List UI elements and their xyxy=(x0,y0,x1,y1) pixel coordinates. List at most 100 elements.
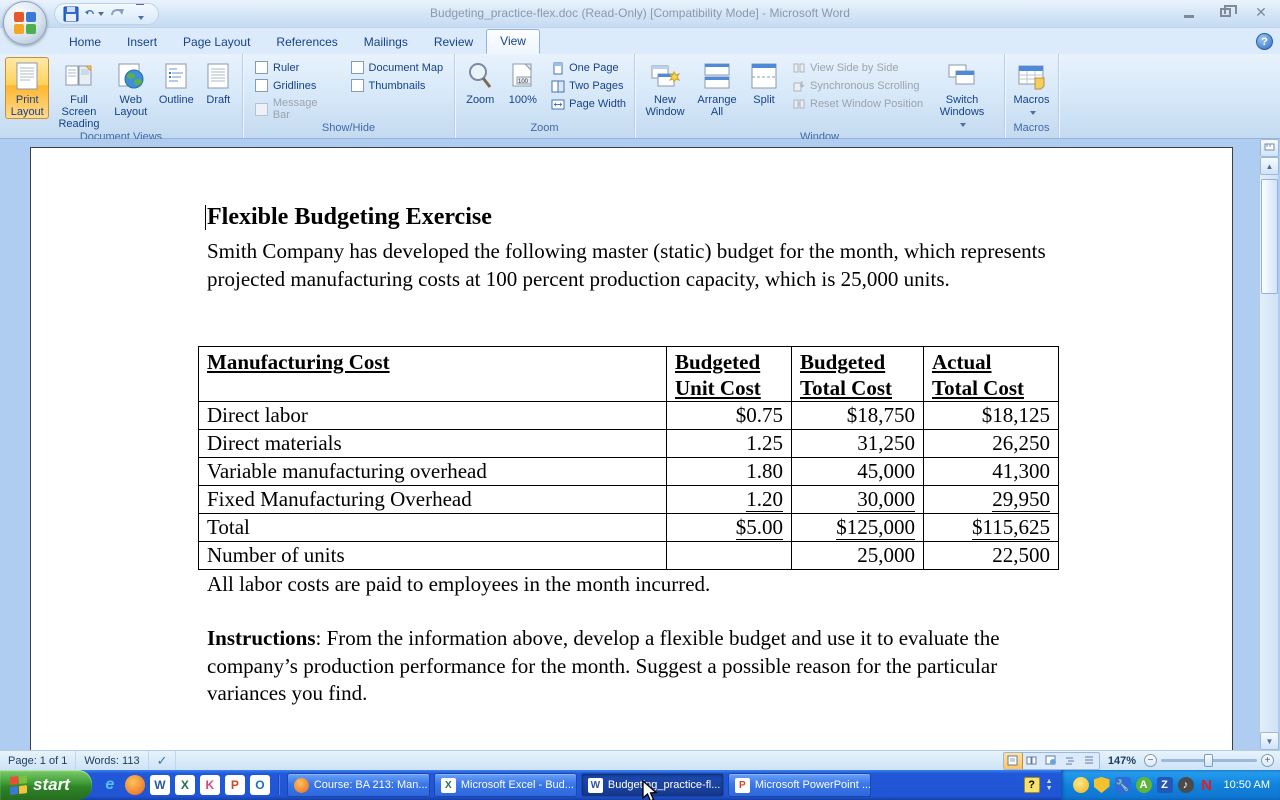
draft-button[interactable]: Draft xyxy=(200,57,237,107)
restore-icon[interactable] xyxy=(1212,5,1238,20)
system-tray: 🔧 A Z ♪ N 10:50 AM xyxy=(1061,770,1280,800)
tab-references[interactable]: References xyxy=(263,31,350,54)
window-controls: ✕ xyxy=(1176,5,1274,20)
tab-review[interactable]: Review xyxy=(421,31,486,54)
full-screen-reading-view-icon[interactable] xyxy=(1023,753,1042,769)
scrollbar-thumb[interactable] xyxy=(1261,179,1278,294)
group-show-hide: Ruler Gridlines Message Bar Document Map… xyxy=(243,54,455,138)
zoom-slider-track[interactable] xyxy=(1161,759,1257,762)
windows-taskbar: start e W X K P O Course: BA 213: Man...… xyxy=(0,770,1280,800)
macros-button[interactable]: Macros xyxy=(1010,57,1053,119)
powerpoint-icon[interactable]: P xyxy=(225,775,245,795)
office-logo-icon xyxy=(14,12,36,34)
tab-page-layout[interactable]: Page Layout xyxy=(170,31,263,54)
ribbon-view-tab-content: PrintLayout Full ScreenReading WebLayout xyxy=(0,54,1280,139)
start-button[interactable]: start xyxy=(0,770,92,800)
document-page[interactable]: Flexible Budgeting Exercise Smith Compan… xyxy=(30,147,1233,750)
table-row: Direct materials 1.25 31,250 26,250 xyxy=(199,430,1059,458)
full-screen-reading-icon xyxy=(62,60,96,92)
ruler-toggle-icon[interactable] xyxy=(1260,139,1279,157)
synchronous-scrolling-icon xyxy=(791,79,806,93)
antivirus-tray-icon[interactable]: A xyxy=(1136,777,1152,793)
vertical-scrollbar[interactable]: ▲ ▼ xyxy=(1259,139,1278,750)
page-width-button[interactable]: Page Width xyxy=(550,97,626,111)
internet-explorer-icon[interactable]: e xyxy=(100,775,120,795)
document-heading: Flexible Budgeting Exercise xyxy=(207,204,492,231)
shield-tray-icon[interactable] xyxy=(1094,777,1110,793)
table-row: Variable manufacturing overhead 1.80 45,… xyxy=(199,458,1059,486)
split-button[interactable]: Split xyxy=(744,57,784,107)
volume-tray-icon[interactable]: ♪ xyxy=(1178,777,1194,793)
table-row: Total $5.00 $125,000 $115,625 xyxy=(199,514,1059,542)
taskbar-item-powerpoint[interactable]: P Microsoft PowerPoint ... xyxy=(728,773,871,797)
web-layout-button[interactable]: WebLayout xyxy=(109,57,153,119)
zoom-100-button[interactable]: 100 100% xyxy=(503,57,544,107)
access-icon[interactable]: K xyxy=(200,775,220,795)
tab-insert[interactable]: Insert xyxy=(114,31,170,54)
utility-tray-icon[interactable]: 🔧 xyxy=(1115,777,1131,793)
outline-view-icon[interactable] xyxy=(1061,753,1080,769)
taskbar-item-firefox[interactable]: Course: BA 213: Man... xyxy=(287,773,430,797)
excel-icon[interactable]: X xyxy=(175,775,195,795)
chevron-down-icon xyxy=(960,123,966,127)
draft-view-icon[interactable] xyxy=(1080,753,1099,769)
minimize-icon[interactable] xyxy=(1176,5,1202,20)
tab-home[interactable]: Home xyxy=(56,31,114,54)
outline-button[interactable]: Outline xyxy=(155,57,198,107)
zoom-slider[interactable]: − + xyxy=(1144,754,1274,767)
windows-flag-icon xyxy=(10,775,28,795)
firefox-icon xyxy=(294,778,309,793)
ruler-checkbox[interactable]: Ruler xyxy=(255,61,337,74)
word-application-window: Budgeting_practice-flex.doc (Read-Only) … xyxy=(0,0,1280,800)
office-button[interactable] xyxy=(3,1,47,45)
group-document-views: PrintLayout Full ScreenReading WebLayout xyxy=(0,54,243,138)
switch-windows-button[interactable]: SwitchWindows xyxy=(934,57,990,131)
group-zoom: Zoom 100 100% One Page Two Pages xyxy=(455,54,635,138)
new-window-button[interactable]: NewWindow xyxy=(640,57,690,119)
table-row: Number of units 25,000 22,500 xyxy=(199,542,1059,570)
word-icon[interactable]: W xyxy=(150,775,170,795)
document-area: Flexible Budgeting Exercise Smith Compan… xyxy=(0,139,1280,750)
word-icon: W xyxy=(588,778,603,793)
toolbar-chevron-icon[interactable]: ▲▼ xyxy=(1046,779,1053,792)
z-app-tray-icon[interactable]: Z xyxy=(1157,777,1173,793)
taskbar-item-excel[interactable]: X Microsoft Excel - Bud... xyxy=(434,773,577,797)
print-layout-button[interactable]: PrintLayout xyxy=(5,57,49,119)
close-icon[interactable]: ✕ xyxy=(1248,5,1274,20)
help-icon[interactable]: ? xyxy=(1256,33,1273,50)
view-side-by-side-button: View Side by Side xyxy=(791,61,929,75)
two-pages-button[interactable]: Two Pages xyxy=(550,79,626,93)
gridlines-checkbox[interactable]: Gridlines xyxy=(255,79,337,92)
print-layout-view-icon[interactable] xyxy=(1004,753,1023,769)
zoom-out-icon[interactable]: − xyxy=(1144,754,1157,767)
zoom-level[interactable]: 147% xyxy=(1104,755,1140,767)
norton-tray-icon[interactable]: N xyxy=(1199,777,1215,793)
question-mark-icon[interactable]: ? xyxy=(1024,777,1040,793)
zoom-button[interactable]: Zoom xyxy=(460,57,501,107)
excel-icon: X xyxy=(441,778,456,793)
clock[interactable]: 10:50 AM xyxy=(1224,779,1270,791)
arrange-all-button[interactable]: ArrangeAll xyxy=(692,57,742,119)
zoom-in-icon[interactable]: + xyxy=(1261,754,1274,767)
full-screen-reading-button[interactable]: Full ScreenReading xyxy=(51,57,106,131)
tab-view[interactable]: View xyxy=(486,29,540,54)
scroll-down-icon[interactable]: ▼ xyxy=(1260,732,1279,750)
quick-launch-bar: e W X K P O xyxy=(92,775,279,795)
one-page-icon xyxy=(550,61,565,75)
scroll-up-icon[interactable]: ▲ xyxy=(1260,157,1279,175)
one-page-button[interactable]: One Page xyxy=(550,61,626,75)
outlook-icon[interactable]: O xyxy=(250,775,270,795)
proofing-status-icon[interactable]: ✓ xyxy=(149,751,177,770)
page-indicator[interactable]: Page: 1 of 1 xyxy=(0,751,76,770)
zoom-slider-thumb[interactable] xyxy=(1204,754,1213,767)
web-layout-view-icon[interactable] xyxy=(1042,753,1061,769)
document-map-checkbox[interactable]: Document Map xyxy=(351,61,444,74)
firefox-icon[interactable] xyxy=(125,775,145,795)
word-count[interactable]: Words: 113 xyxy=(76,751,148,770)
thumbnails-checkbox[interactable]: Thumbnails xyxy=(351,79,444,92)
messenger-tray-icon[interactable] xyxy=(1073,777,1089,793)
tab-mailings[interactable]: Mailings xyxy=(351,31,421,54)
message-bar-checkbox: Message Bar xyxy=(255,97,337,121)
group-label-macros: Macros xyxy=(1005,122,1058,138)
reset-window-position-icon xyxy=(791,97,806,111)
